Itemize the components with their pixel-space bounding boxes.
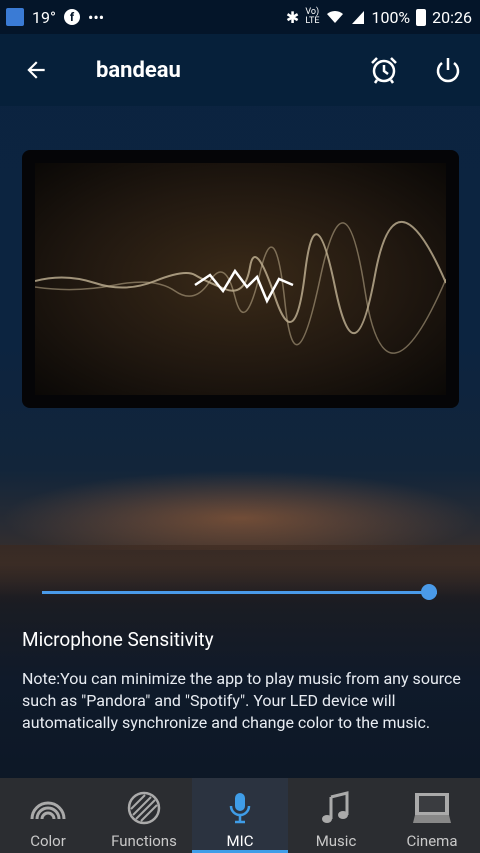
bottom-tab-bar: Color Functions MIC Music Cinema — [0, 778, 480, 853]
slider-thumb[interactable] — [421, 584, 438, 600]
battery-percent: 100% — [371, 7, 411, 27]
power-icon — [436, 58, 460, 83]
tab-music[interactable]: Music — [288, 778, 384, 853]
arrow-left-icon — [27, 61, 45, 79]
facebook-icon: f — [63, 9, 80, 25]
page-title: bandeau — [96, 57, 181, 83]
tab-mic[interactable]: MIC — [192, 778, 288, 853]
alarm-button[interactable] — [352, 34, 416, 106]
clock: 20:26 — [432, 7, 472, 27]
sensitivity-slider[interactable] — [42, 580, 442, 604]
wifi-icon — [327, 10, 344, 23]
music-note-icon — [322, 791, 349, 823]
tab-cinema[interactable]: Cinema — [384, 778, 480, 853]
cinema-icon — [413, 793, 451, 823]
power-button[interactable] — [416, 34, 480, 106]
sound-visualizer — [22, 150, 459, 408]
volte-icon: Vo) LTE — [305, 7, 320, 26]
tab-label: MIC — [226, 832, 254, 850]
microphone-icon — [229, 793, 251, 824]
waveform-graphic — [34, 221, 447, 354]
status-bar: 19° f ••• ✱ Vo) LTE 100% 20:26 — [0, 0, 480, 34]
tab-label: Functions — [111, 832, 177, 850]
tab-color[interactable]: Color — [0, 778, 96, 853]
more-notifications: ••• — [87, 7, 105, 27]
tab-label: Music — [315, 832, 357, 850]
back-button[interactable] — [0, 34, 72, 106]
weather-app-icon — [6, 8, 24, 26]
sensitivity-label: Microphone Sensitivity — [22, 628, 214, 651]
visualizer-canvas — [34, 163, 447, 395]
tab-functions[interactable]: Functions — [96, 778, 192, 853]
battery-icon — [416, 8, 427, 26]
slider-track — [42, 591, 437, 594]
alarm-clock-icon — [371, 57, 397, 84]
tab-label: Cinema — [406, 832, 458, 850]
signal-icon — [352, 11, 365, 24]
functions-icon — [127, 791, 161, 825]
app-bar: bandeau — [0, 34, 480, 106]
note-text: Note:You can minimize the app to play mu… — [22, 669, 461, 732]
temperature: 19° — [32, 7, 56, 27]
bluetooth-icon: ✱ — [285, 7, 300, 27]
tab-label: Color — [30, 832, 66, 850]
rainbow-icon — [30, 801, 66, 820]
horizon-glow — [0, 470, 480, 550]
